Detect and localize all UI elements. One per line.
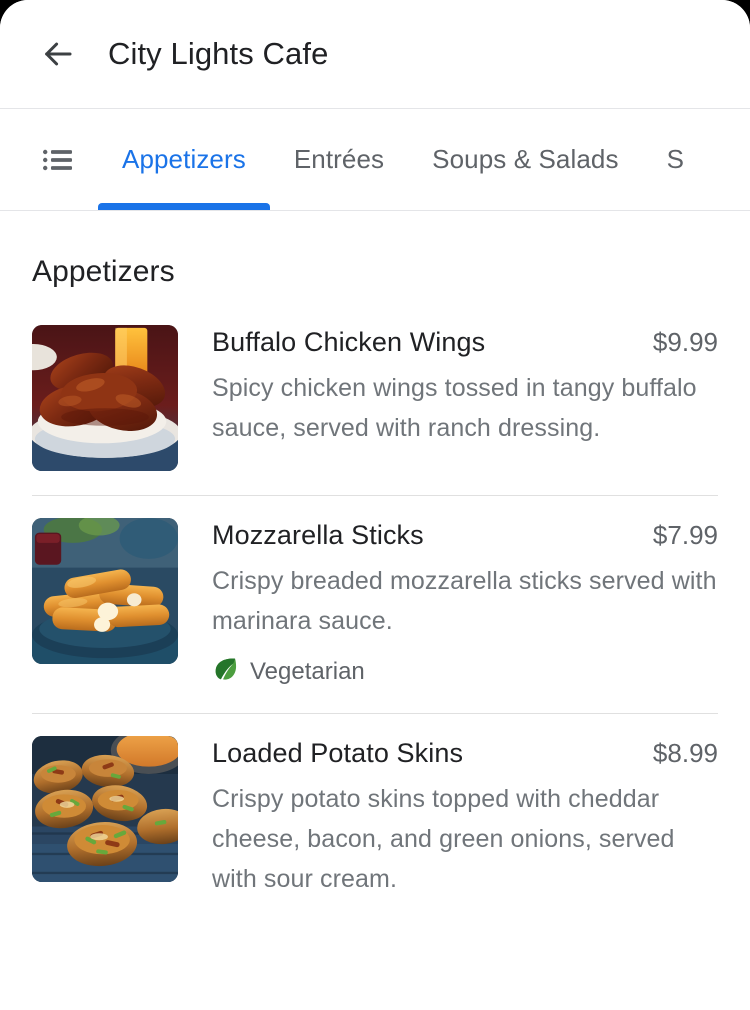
menu-item-details: Loaded Potato Skins $8.99 Crispy potato … (178, 736, 718, 899)
back-button[interactable] (32, 28, 84, 80)
menu-item-header: Mozzarella Sticks $7.99 (212, 520, 718, 551)
category-tab-bar: Appetizers Entrées Soups & Salads S (0, 109, 750, 211)
tab-label: Appetizers (122, 144, 246, 174)
tab-label: Soups & Salads (432, 144, 619, 174)
dietary-tag-label: Vegetarian (250, 658, 365, 685)
menu-item-details: Mozzarella Sticks $7.99 Crispy breaded m… (178, 518, 718, 689)
arrow-left-icon (41, 37, 75, 71)
tab-label: S (666, 144, 685, 174)
menu-item-price: $7.99 (652, 520, 718, 550)
tab-list: Appetizers Entrées Soups & Salads S (98, 109, 750, 210)
menu-item-price: $8.99 (652, 738, 718, 768)
loaded-potato-skins-photo (32, 736, 178, 882)
menu-item-name: Loaded Potato Skins (212, 738, 464, 768)
menu-item-row[interactable]: Loaded Potato Skins $8.99 Crispy potato … (32, 714, 718, 899)
buffalo-chicken-wings-photo (32, 325, 178, 471)
menu-item-header: Loaded Potato Skins $8.99 (212, 738, 718, 769)
section-heading: Appetizers (32, 255, 175, 288)
app-window: City Lights Cafe Appetizers Entrées Soup… (0, 0, 750, 1010)
leaf-icon (212, 655, 239, 689)
menu-item-name: Mozzarella Sticks (212, 520, 424, 550)
tab-next-partial[interactable]: S (643, 109, 708, 210)
menu-content: Appetizers Buffalo Chicken Wings $9.99 S… (0, 211, 750, 899)
menu-item-description: Crispy potato skins topped with cheddar … (212, 785, 675, 893)
page-title: City Lights Cafe (108, 36, 329, 71)
app-header: City Lights Cafe (0, 0, 750, 109)
menu-item-description: Spicy chicken wings tossed in tangy buff… (212, 374, 697, 442)
menu-item-price: $9.99 (652, 327, 718, 357)
menu-item-header: Buffalo Chicken Wings $9.99 (212, 327, 718, 358)
tab-label: Entrées (293, 144, 385, 174)
tab-entrees[interactable]: Entrées (270, 109, 408, 210)
menu-item-tags: Vegetarian (212, 655, 718, 689)
mozzarella-sticks-photo (32, 518, 178, 664)
menu-item-description: Crispy breaded mozzarella sticks served … (212, 567, 717, 635)
list-menu-icon[interactable] (36, 138, 80, 182)
menu-item-name: Buffalo Chicken Wings (212, 327, 486, 357)
menu-item-row[interactable]: Buffalo Chicken Wings $9.99 Spicy chicke… (32, 303, 718, 471)
tab-appetizers[interactable]: Appetizers (98, 109, 270, 210)
tab-soups-and-salads[interactable]: Soups & Salads (408, 109, 642, 210)
menu-item-row[interactable]: Mozzarella Sticks $7.99 Crispy breaded m… (32, 496, 718, 689)
menu-item-details: Buffalo Chicken Wings $9.99 Spicy chicke… (178, 325, 718, 448)
dietary-tag-vegetarian: Vegetarian (212, 655, 365, 689)
